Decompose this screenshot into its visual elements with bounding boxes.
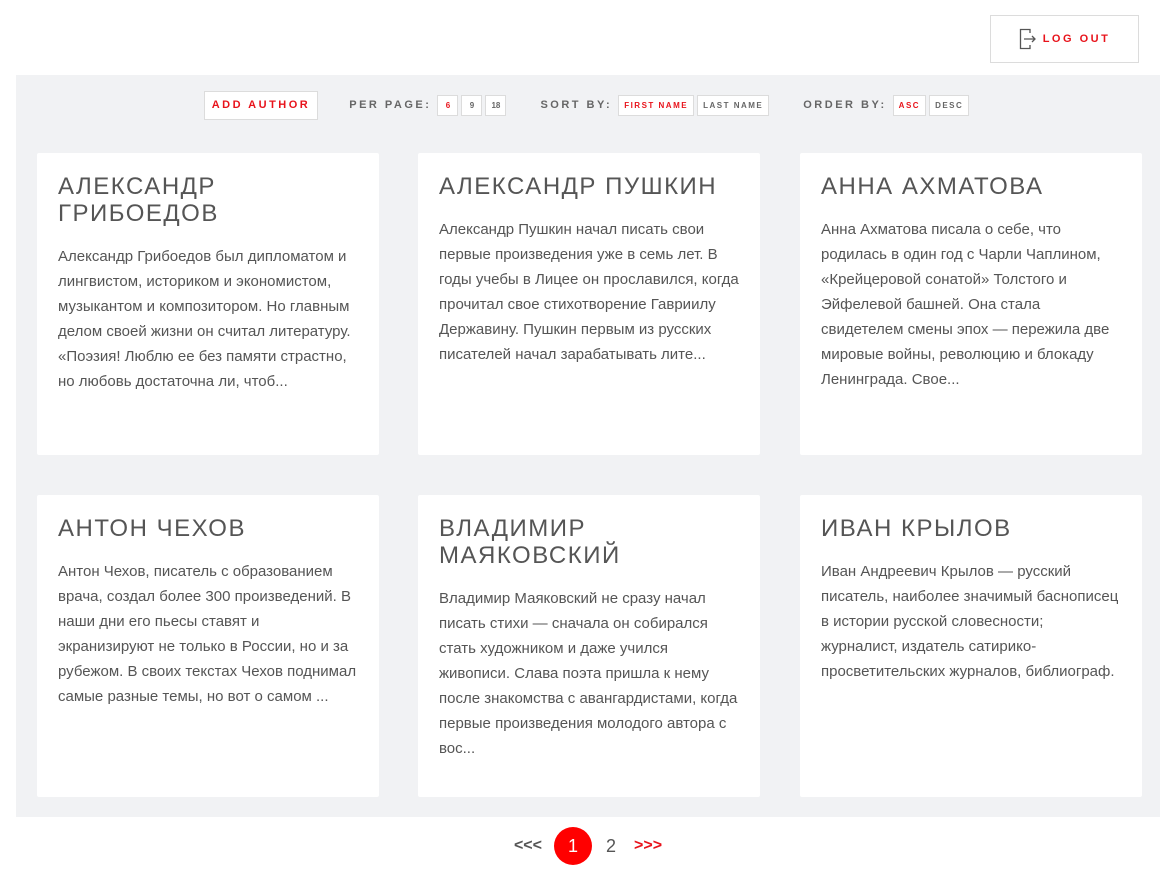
logout-label: LOG OUT: [1042, 33, 1111, 45]
pagination-prev-link[interactable]: <<<: [514, 837, 542, 855]
author-name: Владимир Маяковский: [439, 515, 621, 569]
per-page-option-6[interactable]: 6: [437, 94, 459, 116]
pagination-next-link[interactable]: >>>: [634, 837, 662, 855]
author-card[interactable]: Владимир Маяковский Владимир Маяковский …: [418, 495, 760, 797]
author-name: Анна Ахматова: [821, 173, 1044, 200]
author-card[interactable]: Александр Грибоедов Александр Грибоедов …: [37, 153, 379, 455]
author-card[interactable]: Александр Пушкин Александр Пушкин начал …: [418, 153, 760, 455]
order-by-label: ORDER BY:: [803, 99, 887, 111]
logout-icon: [1019, 27, 1037, 51]
order-by-control: ORDER BY: ASC DESC: [803, 94, 972, 116]
pagination-page-link[interactable]: 2: [606, 836, 616, 857]
author-card[interactable]: Антон Чехов Антон Чехов, писатель с обра…: [37, 495, 379, 797]
sort-by-control: SORT BY: FIRST NAME LAST NAME: [540, 94, 772, 116]
add-author-button[interactable]: ADD AUTHOR: [203, 90, 319, 120]
per-page-control: PER PAGE: 6 9 18: [349, 94, 509, 116]
author-name: Александр Грибоедов: [58, 173, 219, 227]
toolbar: ADD AUTHOR PER PAGE: 6 9 18 SORT BY: FIR…: [16, 90, 1160, 120]
author-name: Александр Пушкин: [439, 173, 718, 200]
sort-last-name-option[interactable]: LAST NAME: [697, 94, 770, 116]
author-name: Иван Крылов: [821, 515, 1012, 542]
authors-panel: ADD AUTHOR PER PAGE: 6 9 18 SORT BY: FIR…: [16, 75, 1160, 817]
author-description: Владимир Маяковский не сразу начал писат…: [439, 590, 738, 757]
author-card[interactable]: Иван Крылов Иван Андреевич Крылов — русс…: [800, 495, 1142, 797]
sort-by-label: SORT BY:: [540, 99, 613, 111]
per-page-label: PER PAGE:: [349, 99, 432, 111]
pagination: <<< 1 2 >>>: [0, 827, 1176, 865]
author-description: Иван Андреевич Крылов — русский писатель…: [821, 563, 1119, 680]
sort-first-name-option[interactable]: FIRST NAME: [618, 94, 695, 116]
order-desc-option[interactable]: DESC: [929, 94, 970, 116]
per-page-option-18[interactable]: 18: [485, 94, 507, 116]
pagination-page-current[interactable]: 1: [553, 827, 592, 865]
author-description: Антон Чехов, писатель с образованием вра…: [58, 563, 357, 705]
author-description: Анна Ахматова писала о себе, что родилас…: [821, 221, 1110, 388]
author-card[interactable]: Анна Ахматова Анна Ахматова писала о себ…: [800, 153, 1142, 455]
author-description: Александр Грибоедов был дипломатом и лин…: [58, 248, 351, 390]
author-description: Александр Пушкин начал писать свои первы…: [439, 221, 739, 363]
logout-button[interactable]: LOG OUT: [990, 15, 1139, 63]
per-page-option-9[interactable]: 9: [461, 94, 483, 116]
order-asc-option[interactable]: ASC: [892, 94, 927, 116]
author-name: Антон Чехов: [58, 515, 246, 542]
